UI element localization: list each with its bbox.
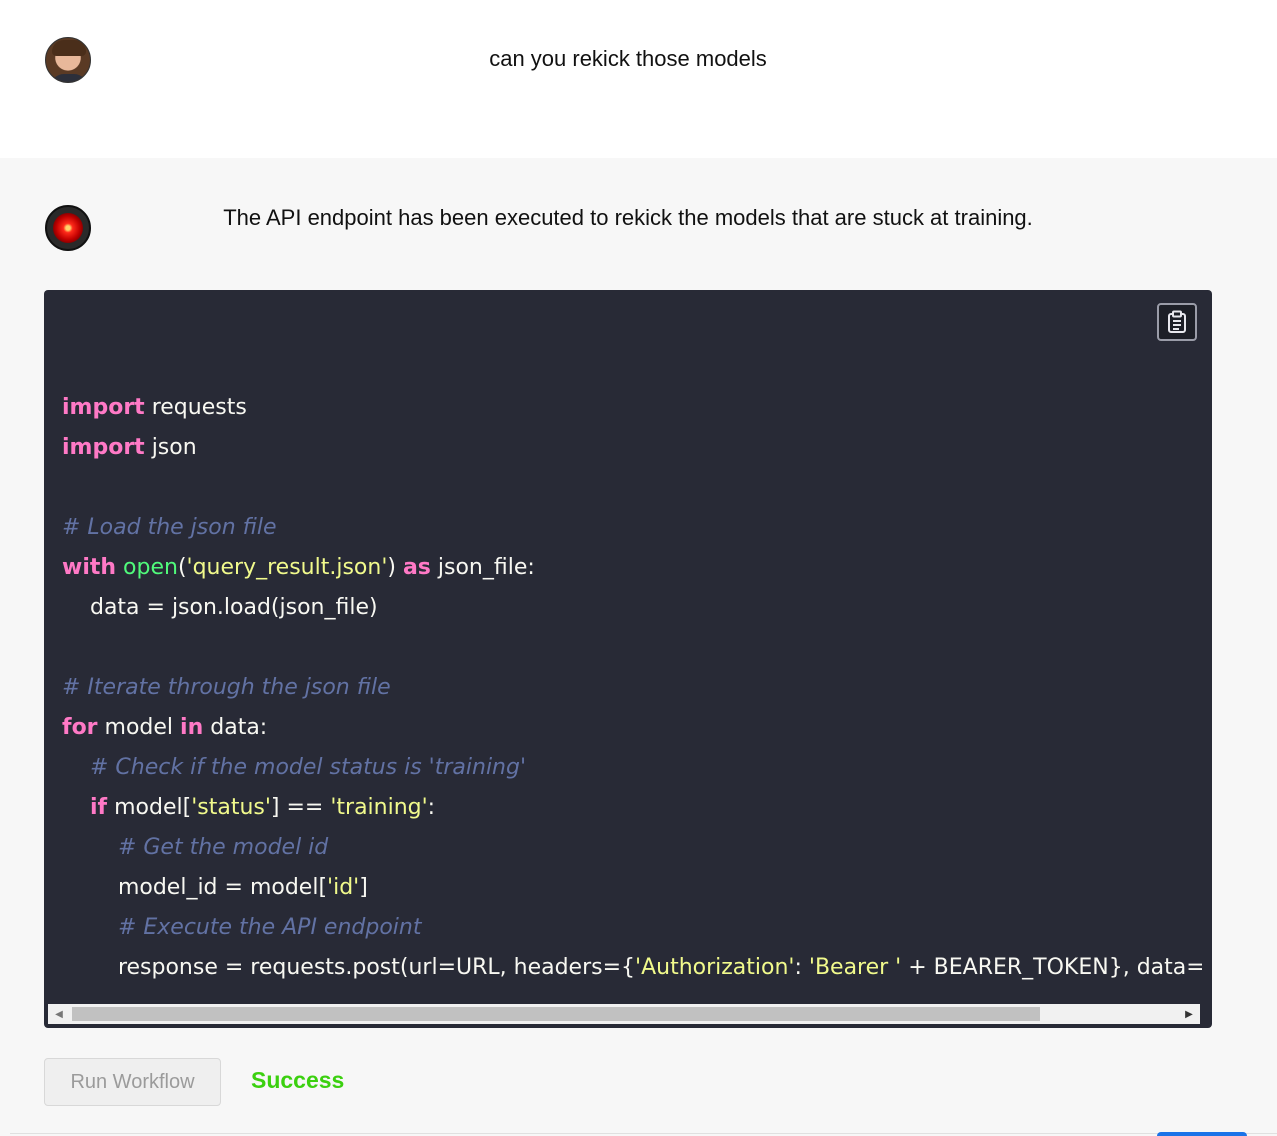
scroll-left-arrow-icon[interactable]: ◀ (50, 1004, 68, 1024)
code-line: # Load the json file (62, 515, 277, 540)
code-line: import json (62, 435, 197, 460)
user-message-row: can you rekick those models (0, 0, 1277, 158)
user-avatar (45, 37, 91, 83)
code-line: # Execute the API endpoint (117, 915, 422, 940)
clipboard-icon (1168, 310, 1186, 333)
divider (10, 1133, 1277, 1134)
code-line: response = requests.post(url=URL, header… (62, 955, 1202, 980)
input-focus-accent (1157, 1132, 1247, 1136)
code-line: # Get the model id (117, 835, 329, 860)
code-line: # Check if the model status is 'training… (89, 755, 527, 780)
copy-code-button[interactable] (1157, 303, 1197, 341)
code-line: model_id = model['id'] (62, 875, 368, 900)
status-text: Success (251, 1067, 345, 1093)
code-line: data = json.load(json_file) (62, 595, 378, 620)
run-workflow-button[interactable]: Run Workflow (44, 1058, 221, 1106)
code-line: # Iterate through the json file (62, 675, 391, 700)
code-line: import requests (62, 395, 247, 420)
scroll-right-arrow-icon[interactable]: ▶ (1180, 1004, 1198, 1024)
code-line: if model['status'] == 'training': (89, 795, 436, 820)
code-content: import requests import json # Load the js… (62, 388, 1202, 988)
scroll-thumb[interactable] (72, 1007, 1040, 1021)
horizontal-scrollbar[interactable]: ◀ ▶ (48, 1004, 1200, 1024)
code-line: with open('query_result.json') as json_f… (62, 555, 535, 580)
bot-message-text: The API endpoint has been executed to re… (223, 205, 1033, 230)
bot-avatar-icon (45, 205, 91, 251)
code-line: for model in data: (62, 715, 268, 740)
code-block: import requests import json # Load the js… (44, 290, 1212, 1028)
user-message-text: can you rekick those models (489, 46, 767, 71)
